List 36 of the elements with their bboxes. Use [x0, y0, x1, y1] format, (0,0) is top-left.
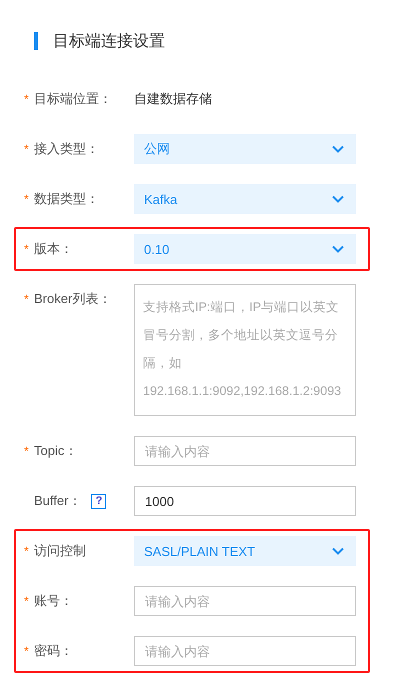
input-field[interactable]: 请输入内容 — [134, 586, 356, 616]
section-title: 目标端连接设置 — [53, 32, 165, 52]
dropdown[interactable]: SASL/PLAIN TEXT — [134, 536, 356, 566]
accent-bar — [34, 32, 38, 50]
dropdown[interactable]: Kafka — [134, 184, 356, 214]
chevron-down-icon — [332, 145, 344, 153]
chevron-down-icon — [332, 245, 344, 253]
required-asterisk: * — [24, 192, 30, 206]
field-label: 目标端位置： — [34, 90, 112, 108]
input-field[interactable]: 请输入内容 — [134, 636, 356, 666]
field-label: 访问控制 — [34, 542, 86, 560]
field-label: 账号： — [34, 592, 73, 610]
required-asterisk: * — [24, 92, 30, 106]
field-label: Broker列表： — [34, 290, 112, 308]
field-label: Topic： — [34, 442, 78, 460]
dropdown[interactable]: 公网 — [134, 134, 356, 164]
required-asterisk: * — [24, 242, 30, 256]
chevron-down-icon — [332, 195, 344, 203]
required-asterisk: * — [24, 544, 30, 558]
field-label: 版本： — [34, 240, 73, 258]
chevron-down-icon — [332, 547, 344, 555]
field-value: 自建数据存储 — [134, 90, 213, 108]
required-asterisk: * — [24, 594, 30, 608]
required-asterisk: * — [24, 292, 30, 306]
help-icon[interactable]: ? — [91, 494, 106, 508]
input-field[interactable]: 请输入内容 — [134, 436, 356, 466]
broker-textarea[interactable]: 支持格式IP:端口，IP与端口以英文冒号分割，多个地址以英文逗号分隔，如192.168.1.1:9092,192.168.1.2:9093 — [134, 284, 356, 416]
field-label: 接入类型： — [34, 140, 99, 158]
field-label: 密码： — [34, 642, 73, 660]
input-field[interactable]: 1000 — [134, 486, 356, 516]
dropdown[interactable]: 0.10 — [134, 234, 356, 264]
field-label: Buffer： — [34, 492, 82, 510]
required-asterisk: * — [24, 444, 30, 458]
required-asterisk: * — [24, 142, 30, 156]
required-asterisk: * — [24, 644, 30, 658]
field-label: 数据类型： — [34, 190, 99, 208]
